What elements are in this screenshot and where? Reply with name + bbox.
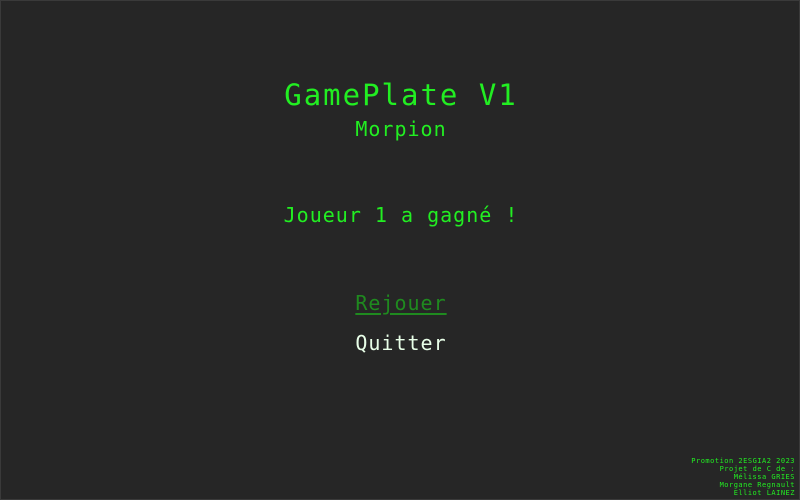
credits-line: Elliot LAINEZ	[733, 489, 795, 497]
replay-menu-item[interactable]: Rejouer	[1, 289, 800, 317]
game-title: GamePlate V1	[284, 78, 518, 112]
quit-menu-item[interactable]: Quitter	[1, 329, 800, 357]
credits-block: Promotion 2ESGIA2 2023 Projet de C de : …	[691, 457, 795, 497]
game-subtitle: Morpion	[355, 117, 447, 141]
credits-line: Morgane Regnault	[719, 481, 795, 489]
credits-line: Projet de C de :	[719, 465, 795, 473]
quit-label[interactable]: Quitter	[355, 331, 446, 355]
game-screen: GamePlate V1 Morpion Joueur 1 a gagné ! …	[0, 0, 800, 500]
credits-line: Promotion 2ESGIA2 2023	[691, 457, 795, 465]
replay-label[interactable]: Rejouer	[355, 291, 446, 315]
result-message: Joueur 1 a gagné !	[283, 203, 519, 227]
credits-line: Mélissa GRIES	[733, 473, 795, 481]
